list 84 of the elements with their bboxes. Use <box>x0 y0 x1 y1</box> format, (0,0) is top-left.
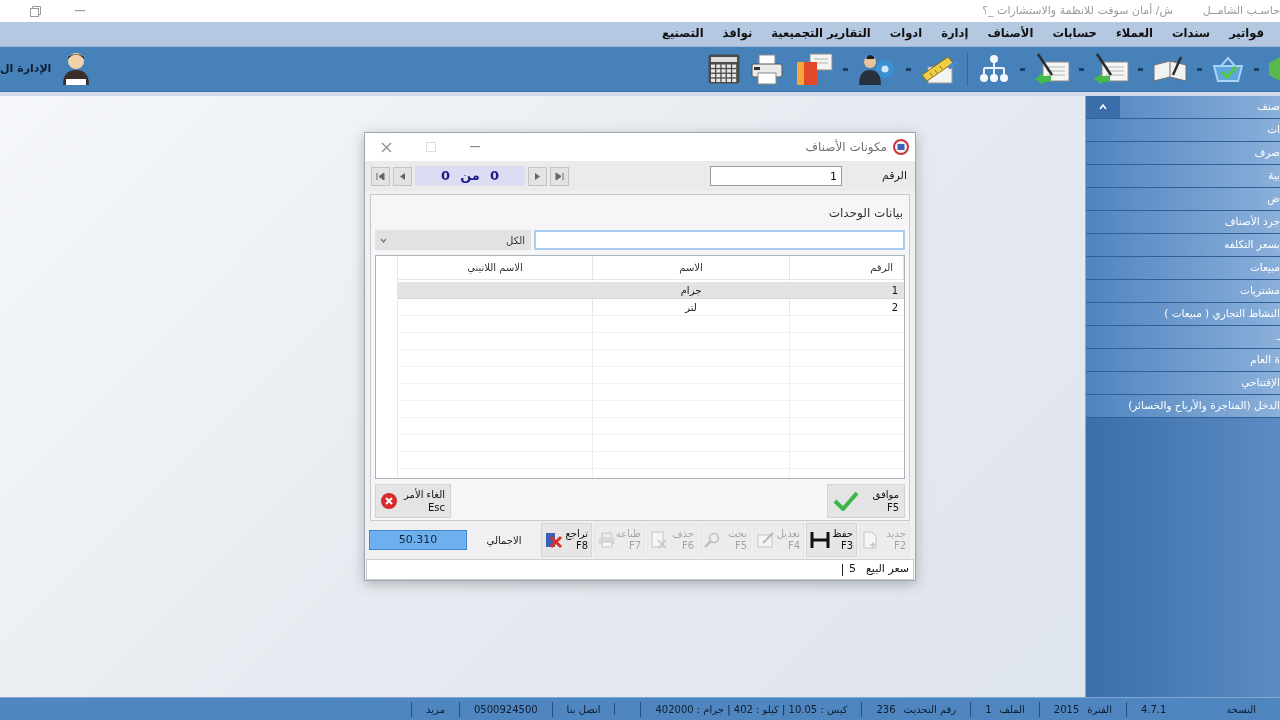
collapse-button[interactable] <box>1086 96 1120 118</box>
section-title: بيانات الوحدات <box>828 205 903 222</box>
dropdown-marker-icon[interactable] <box>906 67 911 71</box>
status-label: الملف <box>999 702 1025 717</box>
status-text: 0500924500 <box>459 701 552 717</box>
app-logo-icon <box>893 139 909 155</box>
document-edit-icon <box>757 532 775 548</box>
previous-record-button[interactable] <box>393 166 412 186</box>
dropdown-marker-icon[interactable] <box>1197 67 1202 71</box>
total-label: الاجمالي <box>485 533 523 548</box>
triangle-left-icon <box>398 171 407 181</box>
table-cell-text: 2 <box>890 300 899 315</box>
status-text: كيس : 10.05 | كيلو : 402 | جرام : 402000 <box>640 701 862 717</box>
chevron-down-icon <box>380 237 387 243</box>
column-header[interactable]: الاسم اللاتيني <box>398 256 593 279</box>
column-header[interactable]: الاسم <box>593 256 790 279</box>
status-label: رقم التحديث <box>903 702 957 717</box>
dialog-title: مكونات الأصناف <box>805 138 887 156</box>
menu-item[interactable]: حسابات <box>1052 25 1097 43</box>
user-label: الإدارة ال <box>0 60 52 77</box>
undo-icon <box>545 531 563 549</box>
book-pen-icon[interactable] <box>1152 54 1188 84</box>
skip-last-icon <box>555 171 564 181</box>
number-label: الرقم <box>881 167 907 184</box>
menu-item[interactable]: إدارة <box>941 25 969 43</box>
dropdown-marker-icon[interactable] <box>843 67 848 71</box>
menu-item[interactable]: الأصناف <box>987 25 1034 43</box>
cancel-icon <box>381 493 397 509</box>
dropdown-marker-icon[interactable] <box>1254 67 1259 71</box>
number-field[interactable]: 1 <box>709 166 842 186</box>
status-value: 236 <box>876 702 896 717</box>
check-icon <box>833 491 859 511</box>
menu-item[interactable]: التصنيع <box>662 25 704 43</box>
restore-icon[interactable] <box>30 5 41 17</box>
status-value: 4.7.1 <box>1140 702 1167 717</box>
basket-check-icon[interactable] <box>1211 54 1245 84</box>
printer-icon <box>598 532 616 548</box>
table-cell-text: 1 <box>890 283 899 298</box>
total-field: 50.310 <box>369 530 467 550</box>
price-value: 5 <box>849 561 856 578</box>
menu-item[interactable]: ادوات <box>889 25 923 43</box>
next-record-button[interactable] <box>528 166 547 186</box>
document-arrow-icon[interactable] <box>1034 53 1070 85</box>
dropdown-marker-icon[interactable] <box>1020 67 1025 71</box>
triangle-right-icon <box>533 171 542 181</box>
calculator-icon[interactable] <box>708 54 740 84</box>
menu-item[interactable]: سندات <box>1172 25 1211 43</box>
company-title: ش/ أمان سوفت للانظمة والاستشارات _؟ <box>982 2 1173 19</box>
filter-dropdown[interactable]: الكل <box>375 230 531 250</box>
skip-first-icon <box>376 171 385 181</box>
app-title: حاسـب الشامــل <box>1202 2 1280 19</box>
dropdown-marker-icon[interactable] <box>1138 67 1143 71</box>
user-gear-icon[interactable] <box>857 52 897 86</box>
status-label: الفترة <box>1087 702 1112 717</box>
minimize-icon[interactable] <box>75 10 85 12</box>
table-cell: جرام <box>593 282 790 298</box>
table-cell: لتر <box>593 299 790 315</box>
status-text: اتصل بنا <box>551 701 615 717</box>
column-header[interactable]: الرقم <box>790 256 904 279</box>
price-label: سعر البيع <box>866 561 909 578</box>
status-value: 1 <box>985 702 992 717</box>
document-new-icon <box>863 531 879 549</box>
menu-item[interactable]: التقارير التجميعية <box>771 25 871 43</box>
document-delete-icon <box>651 531 667 549</box>
gift-box-icon[interactable] <box>794 52 834 86</box>
first-record-button[interactable] <box>371 166 390 186</box>
last-record-button[interactable] <box>550 166 569 186</box>
minimize-icon[interactable] <box>470 146 480 148</box>
search-icon <box>704 532 720 548</box>
chevron-up-icon <box>1099 104 1107 110</box>
status-text: مزيد <box>411 701 459 717</box>
printer-icon[interactable] <box>749 53 785 85</box>
dropdown-marker-icon[interactable] <box>1079 67 1084 71</box>
menu-item[interactable]: فواتير <box>1229 25 1264 43</box>
document-arrow-icon[interactable] <box>1093 53 1129 85</box>
menu-item[interactable]: العملاء <box>1115 25 1153 43</box>
close-icon[interactable] <box>381 141 392 153</box>
status-label: النسخة <box>1226 702 1256 717</box>
search-field[interactable] <box>534 230 905 250</box>
h-frame-icon <box>810 531 830 549</box>
org-chart-icon[interactable] <box>977 54 1011 84</box>
status-value: 2015 <box>1053 702 1080 717</box>
menu-item[interactable]: نوافذ <box>722 25 753 43</box>
user-avatar-icon[interactable] <box>61 51 92 87</box>
